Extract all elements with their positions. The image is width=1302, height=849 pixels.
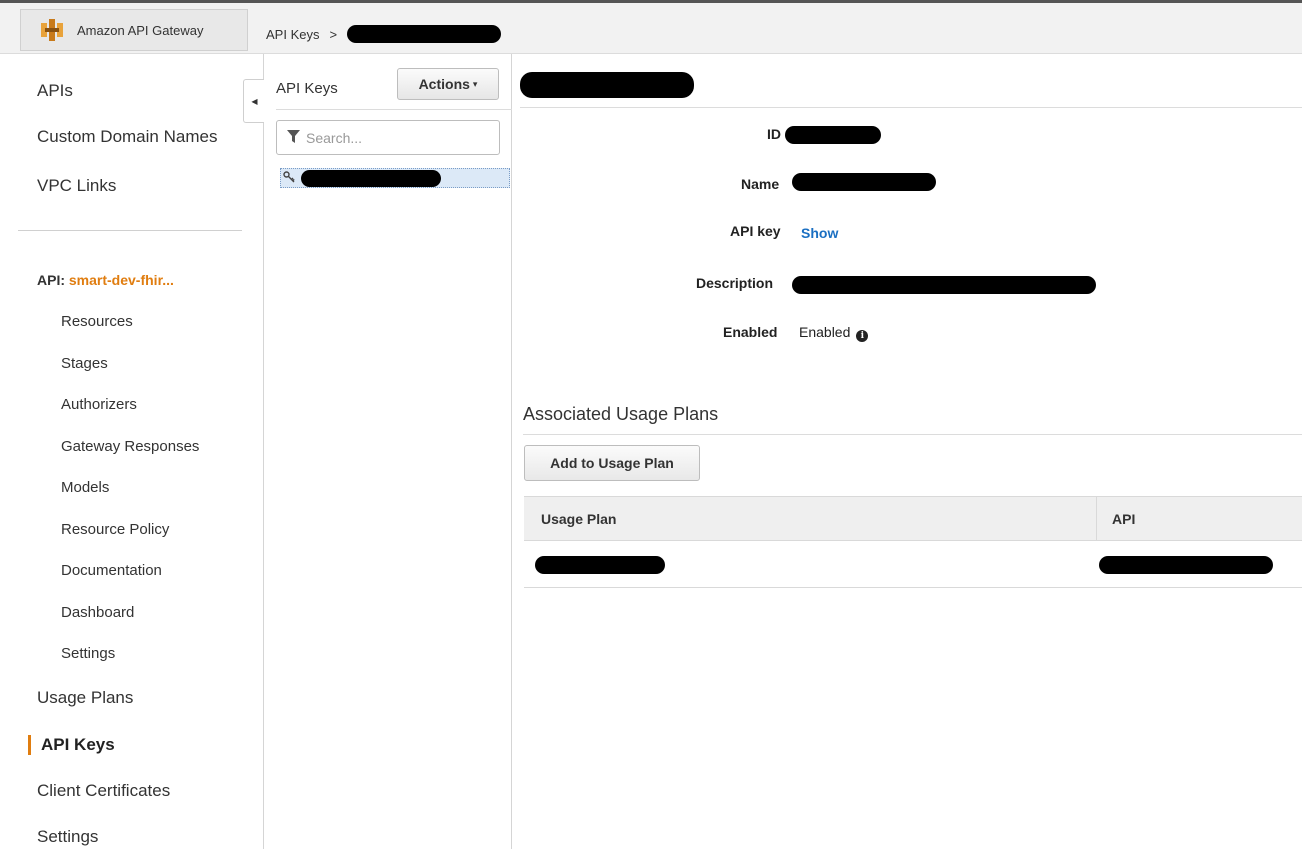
breadcrumb-redacted-key bbox=[347, 25, 502, 43]
field-id-label: ID bbox=[767, 126, 781, 142]
caret-down-icon: ▾ bbox=[472, 78, 478, 89]
nav-custom-domain-names[interactable]: Custom Domain Names bbox=[37, 127, 217, 147]
panel-title: API Keys bbox=[276, 80, 338, 97]
breadcrumb: API Keys > bbox=[266, 25, 502, 43]
field-enabled-value: Enabled i bbox=[799, 324, 869, 342]
usage-plan-name-redacted bbox=[535, 556, 665, 574]
field-name-label: Name bbox=[741, 176, 780, 192]
collapse-nav-button[interactable]: ◀ bbox=[243, 79, 265, 123]
enabled-status: Enabled bbox=[799, 324, 851, 340]
api-key-detail: ID Name API key Show Description Enabled… bbox=[512, 54, 1302, 849]
nav-dashboard[interactable]: Dashboard bbox=[61, 604, 134, 621]
field-enabled-label: Enabled bbox=[723, 324, 778, 340]
show-api-key-link[interactable]: Show bbox=[801, 225, 838, 241]
nav-current-api[interactable]: API: smart-dev-fhir... bbox=[37, 272, 174, 288]
actions-label: Actions bbox=[418, 76, 470, 92]
panel-divider bbox=[276, 109, 512, 110]
top-bar: Amazon API Gateway API Keys > bbox=[0, 0, 1302, 54]
usage-plans-section-title: Associated Usage Plans bbox=[523, 404, 719, 424]
nav-resource-policy[interactable]: Resource Policy bbox=[61, 521, 169, 538]
nav-api-settings[interactable]: Settings bbox=[61, 645, 115, 662]
nav-usage-plans[interactable]: Usage Plans bbox=[37, 688, 133, 708]
usage-plan-table-header: Usage Plan API bbox=[524, 496, 1302, 541]
field-apikey-label: API key bbox=[730, 223, 781, 239]
api-keys-panel: API Keys Actions ▾ Search... bbox=[264, 54, 512, 849]
info-circle-icon[interactable]: i bbox=[856, 330, 869, 342]
column-usage-plan[interactable]: Usage Plan bbox=[541, 511, 616, 527]
nav-vpc-links[interactable]: VPC Links bbox=[37, 176, 116, 196]
breadcrumb-separator: > bbox=[329, 26, 338, 42]
nav-authorizers[interactable]: Authorizers bbox=[61, 396, 137, 413]
api-key-list-item[interactable] bbox=[280, 168, 510, 188]
field-id-redacted bbox=[785, 126, 881, 144]
search-input[interactable]: Search... bbox=[276, 120, 500, 155]
nav-divider bbox=[18, 230, 242, 231]
nav-client-certificates[interactable]: Client Certificates bbox=[37, 781, 170, 801]
nav-stages[interactable]: Stages bbox=[61, 355, 108, 372]
column-api[interactable]: API bbox=[1112, 511, 1135, 527]
nav-api-keys[interactable]: API Keys bbox=[41, 735, 115, 755]
add-to-usage-plan-button[interactable]: Add to Usage Plan bbox=[524, 445, 700, 481]
detail-title-redacted bbox=[520, 72, 694, 98]
service-brand[interactable]: Amazon API Gateway bbox=[20, 9, 248, 51]
api-name: smart-dev-fhir... bbox=[68, 272, 174, 288]
nav-documentation[interactable]: Documentation bbox=[61, 562, 162, 579]
actions-button[interactable]: Actions ▾ bbox=[397, 68, 499, 100]
breadcrumb-api-keys[interactable]: API Keys bbox=[266, 27, 319, 42]
api-prefix: API: bbox=[37, 272, 65, 288]
caret-left-icon: ◀ bbox=[251, 96, 258, 106]
nav-gateway-responses[interactable]: Gateway Responses bbox=[61, 438, 199, 455]
api-key-name-redacted bbox=[301, 169, 441, 187]
api-gateway-logo-icon bbox=[41, 19, 63, 41]
usage-plans-divider bbox=[523, 434, 1302, 435]
api-name-redacted bbox=[1099, 556, 1273, 574]
active-indicator bbox=[28, 735, 31, 755]
field-name-redacted bbox=[792, 173, 936, 191]
table-row[interactable] bbox=[524, 541, 1302, 588]
key-icon bbox=[283, 170, 295, 186]
nav-apis[interactable]: APIs bbox=[37, 81, 73, 101]
field-description-redacted bbox=[792, 276, 1096, 294]
detail-header-divider bbox=[520, 107, 1302, 108]
column-separator bbox=[1096, 497, 1097, 541]
funnel-icon bbox=[287, 129, 300, 146]
field-description-label: Description bbox=[696, 275, 774, 291]
nav-settings[interactable]: Settings bbox=[37, 827, 98, 847]
nav-resources[interactable]: Resources bbox=[61, 313, 133, 330]
search-placeholder: Search... bbox=[306, 129, 363, 146]
nav-models[interactable]: Models bbox=[61, 479, 109, 496]
service-name: Amazon API Gateway bbox=[77, 22, 204, 38]
left-navigation: APIs Custom Domain Names VPC Links API: … bbox=[0, 54, 265, 849]
